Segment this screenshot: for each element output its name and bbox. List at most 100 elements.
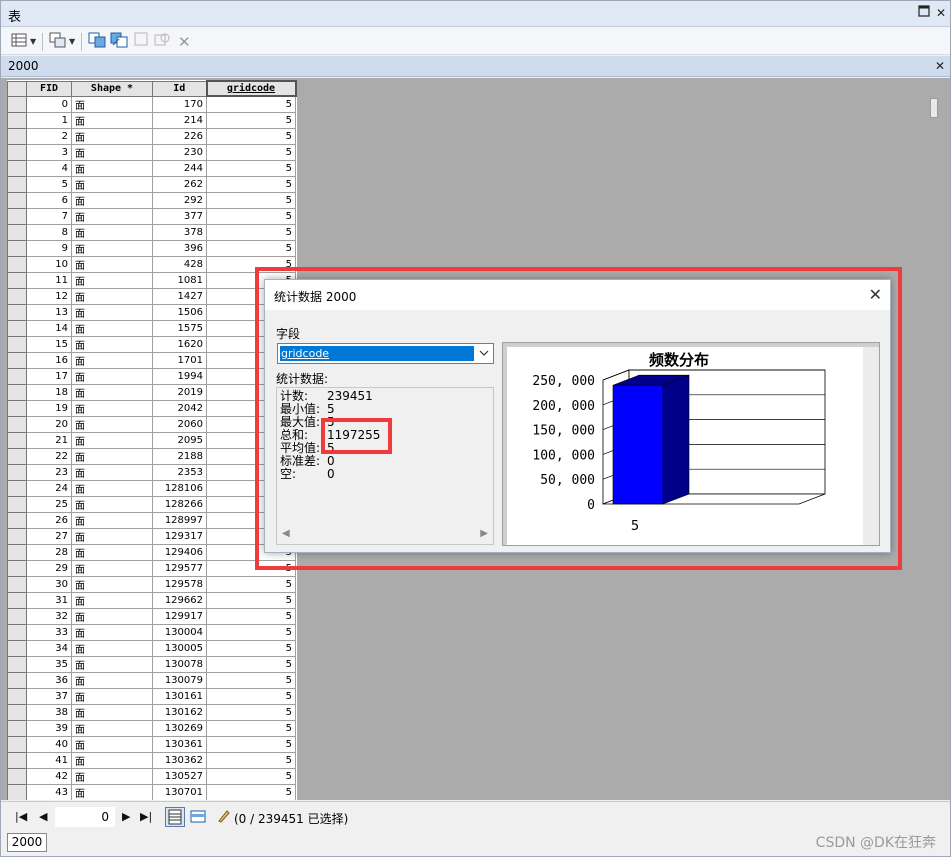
cell-shape[interactable]: 面 (71, 639, 153, 657)
table-row[interactable]: 4 面 244 5 (7, 159, 296, 177)
related-tables-icon[interactable] (49, 32, 67, 52)
cell-shape[interactable]: 面 (71, 159, 153, 177)
cell-shape[interactable]: 面 (71, 175, 153, 193)
cell-gridcode[interactable]: 5 (206, 719, 296, 737)
cell-id[interactable]: 1081 (152, 271, 207, 289)
dropdown-arrow-icon[interactable]: ▼ (69, 32, 75, 52)
last-record-icon[interactable]: ▶| (140, 810, 152, 823)
row-selector[interactable] (7, 639, 27, 657)
cell-gridcode[interactable]: 5 (206, 175, 296, 193)
column-header-shape[interactable]: Shape * (71, 80, 153, 97)
table-row[interactable]: 9 面 396 5 (7, 239, 296, 257)
table-row[interactable]: 5 面 262 5 (7, 175, 296, 193)
cell-fid[interactable]: 36 (26, 671, 72, 689)
cell-id[interactable]: 2042 (152, 399, 207, 417)
table-row[interactable]: 33 面 130004 5 (7, 623, 296, 641)
cell-id[interactable]: 1994 (152, 367, 207, 385)
row-selector[interactable] (7, 463, 27, 481)
cell-gridcode[interactable]: 5 (206, 767, 296, 785)
cell-fid[interactable]: 1 (26, 111, 72, 129)
cell-gridcode[interactable]: 5 (206, 239, 296, 257)
cell-id[interactable]: 130269 (152, 719, 207, 737)
cell-shape[interactable]: 面 (71, 239, 153, 257)
table-row[interactable]: 0 面 170 5 (7, 95, 296, 113)
cell-id[interactable]: 1575 (152, 319, 207, 337)
cell-gridcode[interactable]: 5 (206, 127, 296, 145)
cell-fid[interactable]: 38 (26, 703, 72, 721)
row-selector[interactable] (7, 623, 27, 641)
cell-id[interactable]: 2353 (152, 463, 207, 481)
cell-id[interactable]: 129317 (152, 527, 207, 545)
cell-gridcode[interactable]: 5 (206, 783, 296, 800)
close-window-icon[interactable]: ✕ (933, 5, 949, 21)
cell-fid[interactable]: 15 (26, 335, 72, 353)
table-row[interactable]: 24面1281065 (7, 479, 296, 497)
cell-fid[interactable]: 0 (26, 95, 72, 113)
row-selector[interactable] (7, 495, 27, 513)
cell-gridcode[interactable]: 5 (206, 591, 296, 609)
cell-gridcode[interactable]: 5 (206, 751, 296, 769)
cell-fid[interactable]: 26 (26, 511, 72, 529)
cell-gridcode[interactable]: 5 (206, 687, 296, 705)
cell-shape[interactable]: 面 (71, 351, 153, 369)
cell-fid[interactable]: 23 (26, 463, 72, 481)
row-selector[interactable] (7, 735, 27, 753)
cell-shape[interactable]: 面 (71, 255, 153, 273)
row-selector[interactable] (7, 671, 27, 689)
cell-id[interactable]: 1620 (152, 335, 207, 353)
row-selector[interactable] (7, 175, 27, 193)
cell-fid[interactable]: 41 (26, 751, 72, 769)
cell-shape[interactable]: 面 (71, 95, 153, 113)
next-record-icon[interactable]: ▶ (122, 810, 130, 823)
cell-shape[interactable]: 面 (71, 271, 153, 289)
table-row[interactable]: 36 面 130079 5 (7, 671, 296, 689)
cell-fid[interactable]: 43 (26, 783, 72, 800)
cell-shape[interactable]: 面 (71, 559, 153, 577)
row-selector[interactable] (7, 287, 27, 305)
table-row[interactable]: 40 面 130361 5 (7, 735, 296, 753)
cell-gridcode[interactable]: 5 (206, 735, 296, 753)
cell-id[interactable]: 129917 (152, 607, 207, 625)
cell-shape[interactable]: 面 (71, 623, 153, 641)
row-selector[interactable] (7, 607, 27, 625)
clear-selection-icon[interactable] (134, 32, 148, 52)
table-row[interactable]: 41 面 130362 5 (7, 751, 296, 769)
cell-gridcode[interactable]: 5 (206, 223, 296, 241)
row-selector[interactable] (7, 431, 27, 449)
cell-id[interactable]: 128997 (152, 511, 207, 529)
cell-shape[interactable]: 面 (71, 223, 153, 241)
cell-shape[interactable]: 面 (71, 687, 153, 705)
row-selector[interactable] (7, 783, 27, 800)
table-row[interactable]: 19面20425 (7, 399, 296, 417)
cell-fid[interactable]: 9 (26, 239, 72, 257)
cell-shape[interactable]: 面 (71, 111, 153, 129)
cell-id[interactable]: 130361 (152, 735, 207, 753)
row-selector[interactable] (7, 655, 27, 673)
show-all-records-icon[interactable] (165, 807, 185, 827)
cell-id[interactable]: 129578 (152, 575, 207, 593)
cell-gridcode[interactable]: 5 (206, 111, 296, 129)
cell-id[interactable]: 130005 (152, 639, 207, 657)
cell-id[interactable]: 2060 (152, 415, 207, 433)
row-selector[interactable] (7, 239, 27, 257)
cell-fid[interactable]: 6 (26, 191, 72, 209)
cell-shape[interactable]: 面 (71, 543, 153, 561)
cell-fid[interactable]: 18 (26, 383, 72, 401)
row-selector[interactable] (7, 591, 27, 609)
table-row[interactable]: 12面14275 (7, 287, 296, 305)
table-row[interactable]: 43 面 130701 5 (7, 783, 296, 800)
cell-id[interactable]: 130004 (152, 623, 207, 641)
cell-gridcode[interactable]: 5 (206, 159, 296, 177)
row-selector[interactable] (7, 751, 27, 769)
cell-id[interactable]: 129406 (152, 543, 207, 561)
cell-shape[interactable]: 面 (71, 431, 153, 449)
current-record-input[interactable]: 0 (55, 807, 115, 827)
cell-shape[interactable]: 面 (71, 607, 153, 625)
cell-shape[interactable]: 面 (71, 399, 153, 417)
cell-fid[interactable]: 31 (26, 591, 72, 609)
cell-id[interactable]: 130527 (152, 767, 207, 785)
cell-fid[interactable]: 12 (26, 287, 72, 305)
table-row[interactable]: 35 面 130078 5 (7, 655, 296, 673)
cell-fid[interactable]: 7 (26, 207, 72, 225)
cell-gridcode[interactable]: 5 (206, 671, 296, 689)
